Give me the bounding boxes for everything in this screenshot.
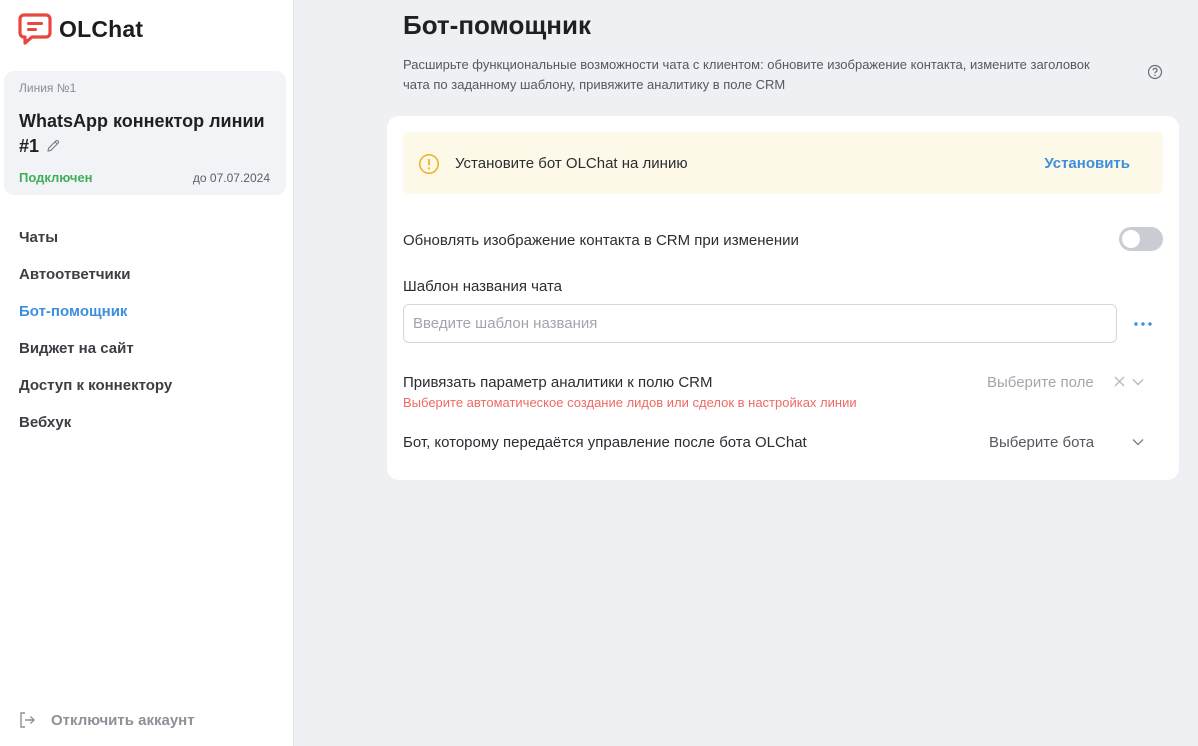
sidebar-item-autoresponders[interactable]: Автоответчики [19,264,172,301]
sidebar-item-site-widget[interactable]: Виджет на сайт [19,338,172,375]
banner-text: Установите бот OLChat на линию [455,155,688,172]
question-circle-icon[interactable] [1147,64,1163,80]
logout-icon [20,712,35,728]
main-content: Бот-помощник Расширьте функциональные во… [294,0,1198,746]
sidebar-item-connector-access[interactable]: Доступ к коннектору [19,375,172,412]
brand-name: OLChat [59,15,144,42]
line-number: Линия №1 [19,81,77,95]
next-bot-label: Бот, которому передаётся управление посл… [403,434,807,451]
logout-button[interactable]: Отключить аккаунт [18,711,195,729]
line-card[interactable]: Линия №1 WhatsApp коннектор линии #1 Под… [4,71,286,195]
clear-icon[interactable] [1114,376,1125,387]
page-description: Расширьте функциональные возможности чат… [403,57,1090,92]
install-button[interactable]: Установить [1044,155,1130,172]
toggle-knob [1122,230,1140,248]
update-avatar-toggle[interactable] [1119,227,1163,251]
logout-label: Отключить аккаунт [51,711,195,729]
page-title: Бот-помощник [403,10,591,40]
sidebar-item-webhook[interactable]: Вебхук [19,412,172,449]
analytics-field-select[interactable]: Выберите поле [987,374,1094,391]
settings-card: Установите бот OLChat на линию Установит… [387,116,1179,480]
chat-template-input[interactable] [403,304,1117,343]
line-expiry: до 07.07.2024 [192,171,270,185]
sidebar: OLChat Линия №1 WhatsApp коннектор линии… [0,0,294,746]
logo[interactable]: OLChat [18,12,143,46]
install-banner: Установите бот OLChat на линию Установит… [403,132,1163,194]
warning-circle-icon [419,154,439,174]
sidebar-item-bot-assistant[interactable]: Бот-помощник [19,301,172,338]
chevron-down-icon[interactable] [1132,378,1144,386]
olchat-logo-icon [18,13,52,45]
chat-template-label: Шаблон названия чата [403,278,563,295]
update-avatar-label: Обновлять изображение контакта в CRM при… [403,232,799,249]
analytics-warning: Выберите автоматическое создание лидов и… [403,395,857,410]
pencil-icon[interactable] [45,138,61,154]
analytics-label: Привязать параметр аналитики к полю CRM [403,374,713,391]
chevron-down-icon[interactable] [1132,438,1144,446]
line-title: WhatsApp коннектор линии #1 [19,109,277,159]
next-bot-select[interactable]: Выберите бота [989,434,1094,451]
sidebar-nav: Чаты Автоответчики Бот-помощник Виджет н… [19,227,172,449]
line-status: Подключен [19,170,93,185]
more-dots-icon[interactable] [1133,319,1153,329]
sidebar-item-chats[interactable]: Чаты [19,227,172,264]
